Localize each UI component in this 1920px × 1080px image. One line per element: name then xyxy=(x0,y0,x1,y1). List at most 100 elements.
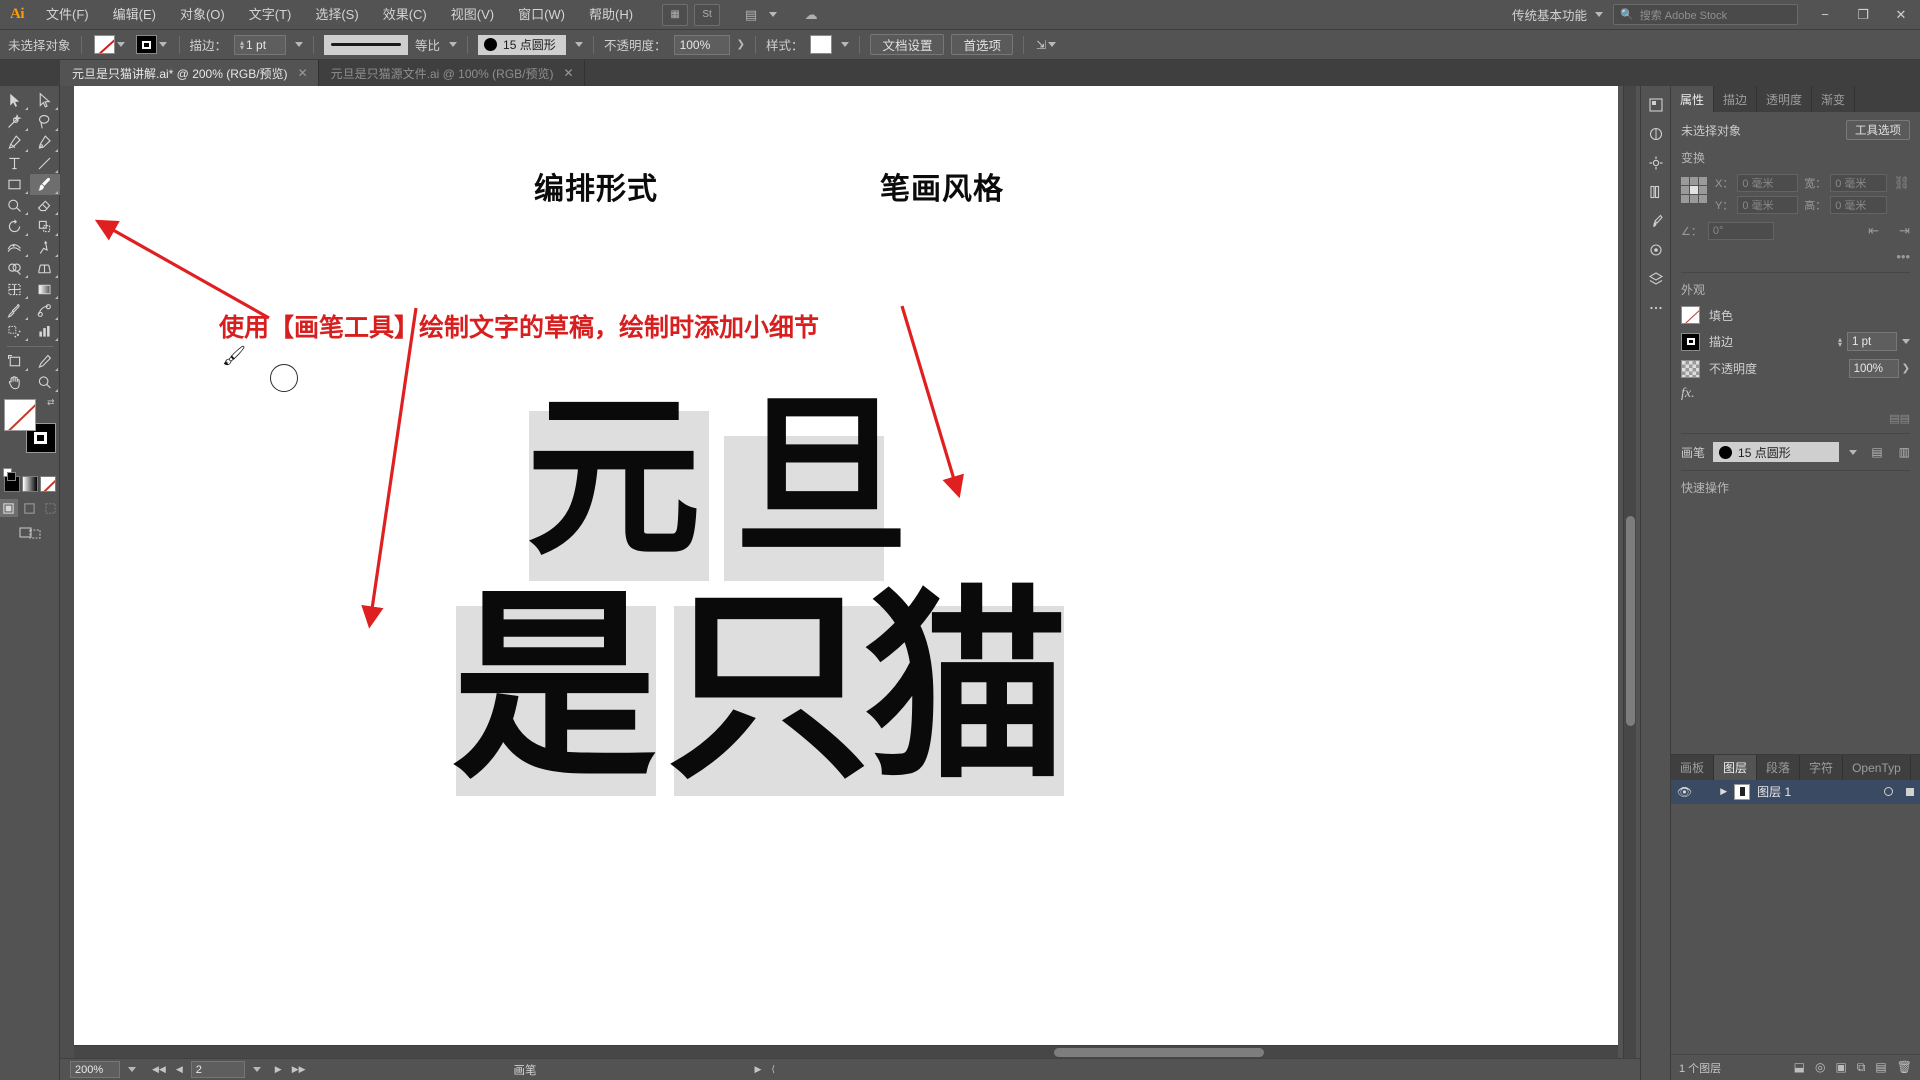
minimize-button[interactable]: − xyxy=(1806,0,1844,30)
artboard-number-input[interactable]: 2 xyxy=(190,1061,245,1078)
horizontal-scrollbar-thumb[interactable] xyxy=(1054,1048,1264,1057)
zoom-tool[interactable] xyxy=(30,372,60,393)
appearance-opacity-input[interactable]: 100% xyxy=(1848,359,1899,378)
perspective-grid-tool[interactable] xyxy=(30,258,60,279)
brush-definition-dropdown[interactable]: 15 点圆形 xyxy=(478,34,567,55)
more-panels-icon[interactable] xyxy=(1643,295,1669,321)
tab-artboards[interactable]: 画板 xyxy=(1671,755,1715,780)
layer-visibility-icon[interactable]: 👁 xyxy=(1677,785,1692,799)
brushes-icon[interactable] xyxy=(1643,208,1669,234)
direct-selection-tool[interactable] xyxy=(30,90,60,111)
new-sublayer-icon[interactable]: ◎ xyxy=(1815,1060,1825,1075)
layer-row-0[interactable]: 👁 ▶ 图层 1 xyxy=(1671,780,1920,804)
appearance-fx-button[interactable]: fx. xyxy=(1681,386,1910,402)
magic-wand-tool[interactable] xyxy=(0,111,30,132)
tab-transparency[interactable]: 透明度 xyxy=(1757,86,1813,112)
appearance-stroke-input[interactable]: 1 pt xyxy=(1847,332,1897,351)
rectangle-tool[interactable] xyxy=(0,174,30,195)
color-guide-icon[interactable] xyxy=(1643,121,1669,147)
layer-expand-icon[interactable]: ▶ xyxy=(1720,786,1727,797)
appearance-opacity-flyout-icon[interactable]: ❯ xyxy=(1902,363,1910,374)
artboard-viewport[interactable]: 编排形式 笔画风格 使用【画笔工具】绘制文字的草稿，绘制时添加小细节 元 旦 是… xyxy=(74,86,1618,1058)
vertical-scrollbar-thumb[interactable] xyxy=(1626,516,1635,726)
menu-window[interactable]: 窗口(W) xyxy=(506,0,577,30)
appearance-stroke-swatch[interactable] xyxy=(1681,332,1700,351)
free-transform-tool[interactable] xyxy=(30,237,60,258)
swap-fill-stroke-icon[interactable]: ⇄ xyxy=(47,397,55,408)
symbol-sprayer-tool[interactable] xyxy=(0,321,30,342)
last-artboard-button[interactable]: ▶▶ xyxy=(290,1064,308,1075)
layer-name[interactable]: 图层 1 xyxy=(1757,783,1791,800)
fill-color-dropdown[interactable] xyxy=(92,35,127,54)
libraries-icon[interactable] xyxy=(1643,179,1669,205)
gradient-tool[interactable] xyxy=(30,279,60,300)
graphic-style-swatch[interactable] xyxy=(810,35,833,54)
menu-help[interactable]: 帮助(H) xyxy=(577,0,645,30)
menu-view[interactable]: 视图(V) xyxy=(439,0,506,30)
new-layer-icon[interactable]: ▣ xyxy=(1836,1060,1847,1075)
eraser-tool[interactable] xyxy=(30,195,60,216)
document-setup-button[interactable]: 文档设置 xyxy=(870,34,945,55)
maximize-button[interactable]: ❐ xyxy=(1844,0,1882,30)
fill-swatch[interactable] xyxy=(93,35,115,54)
prev-artboard-button[interactable]: ◀ xyxy=(174,1064,185,1075)
shape-builder-tool[interactable] xyxy=(0,258,30,279)
tab-character[interactable]: 字符 xyxy=(1800,755,1844,780)
change-screen-mode-icon[interactable] xyxy=(18,525,41,544)
type-tool[interactable] xyxy=(0,153,30,174)
blend-tool[interactable] xyxy=(30,300,60,321)
menu-edit[interactable]: 编辑(E) xyxy=(101,0,168,30)
appearance-stroke-row[interactable]: 描边 ▴ ▾ 1 pt xyxy=(1681,332,1910,351)
vertical-scrollbar[interactable] xyxy=(1623,86,1636,1058)
zoom-level-input[interactable]: 200% xyxy=(70,1061,120,1078)
curvature-tool[interactable] xyxy=(30,132,60,153)
appearance-more-options-icon[interactable]: ▤▤ xyxy=(1681,412,1910,425)
arrange-documents-button[interactable]: ▤ xyxy=(733,4,779,26)
menu-effect[interactable]: 效果(C) xyxy=(371,0,439,30)
tab-properties[interactable]: 属性 xyxy=(1671,86,1715,112)
align-dropdown[interactable]: ⇲ xyxy=(1034,38,1058,52)
horizontal-scrollbar[interactable] xyxy=(74,1045,1618,1058)
doc-tab-0[interactable]: 元旦是只猫讲解.ai* @ 200% (RGB/预览) ✕ xyxy=(60,60,319,86)
mesh-tool[interactable] xyxy=(0,279,30,300)
stroke-profile-preview[interactable] xyxy=(324,34,409,55)
menu-file[interactable]: 文件(F) xyxy=(34,0,101,30)
line-segment-tool[interactable] xyxy=(30,153,60,174)
gradient-mode-button[interactable] xyxy=(21,476,38,492)
width-tool[interactable] xyxy=(0,237,30,258)
current-tool-label[interactable]: 画笔 xyxy=(514,1062,537,1078)
layers-panel-menu-icon[interactable]: ≡ xyxy=(1910,755,1920,780)
symbols-icon[interactable] xyxy=(1643,237,1669,263)
lock-aspect-ratio-icon[interactable]: ⛓ xyxy=(1893,175,1910,191)
stroke-stepper[interactable]: ▴ ▾ xyxy=(240,38,244,51)
transform-w-input[interactable]: 0 毫米 xyxy=(1830,174,1888,192)
tool-options-button[interactable]: 工具选项 xyxy=(1846,120,1910,140)
color-panel-icon[interactable] xyxy=(1643,92,1669,118)
drawing-mode-inside-icon[interactable] xyxy=(41,499,60,517)
selection-tool[interactable] xyxy=(0,90,30,111)
appearance-stroke-stepper[interactable]: ▴ ▾ xyxy=(1838,335,1842,348)
transform-y-input[interactable]: 0 毫米 xyxy=(1737,196,1799,214)
preferences-button[interactable]: 首选项 xyxy=(951,34,1013,55)
shaper-tool[interactable] xyxy=(0,195,30,216)
tab-paragraph[interactable]: 段落 xyxy=(1757,755,1801,780)
menu-type[interactable]: 文字(T) xyxy=(237,0,304,30)
tab-stroke[interactable]: 描边 xyxy=(1714,86,1758,112)
transform-x-input[interactable]: 0 毫米 xyxy=(1737,174,1799,192)
layer-target-icon[interactable] xyxy=(1884,787,1893,796)
drawing-mode-normal-icon[interactable] xyxy=(0,499,18,517)
opacity-flyout-icon[interactable]: ❯ xyxy=(737,39,745,50)
make-clip-mask-icon[interactable]: ⬓ xyxy=(1794,1060,1805,1075)
reference-point-selector[interactable] xyxy=(1681,177,1707,203)
appearance-fill-swatch[interactable] xyxy=(1681,306,1700,324)
flip-horizontal-icon[interactable]: ⇤ xyxy=(1868,223,1879,239)
flip-vertical-icon[interactable]: ⇥ xyxy=(1899,223,1910,239)
doc-tab-close-icon[interactable]: ✕ xyxy=(298,66,308,80)
grid-icon[interactable]: ▦ xyxy=(662,3,689,26)
doc-tab-1[interactable]: 元旦是只猫源文件.ai @ 100% (RGB/预览) ✕ xyxy=(318,60,585,86)
eyedropper-tool[interactable] xyxy=(0,300,30,321)
toolbar-fill-swatch[interactable] xyxy=(3,399,36,431)
brush-options-icon[interactable]: ▤ xyxy=(1871,445,1882,459)
stroke-swatch[interactable] xyxy=(135,35,157,54)
tab-layers[interactable]: 图层 xyxy=(1714,755,1758,780)
